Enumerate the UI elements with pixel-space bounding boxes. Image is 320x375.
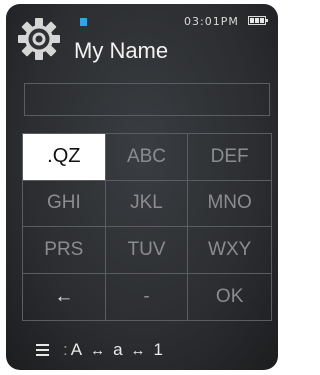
name-input[interactable] [24, 83, 270, 116]
key-tuv[interactable]: TUV [105, 227, 189, 274]
key-def[interactable]: DEF [188, 134, 271, 181]
menu-icon[interactable] [36, 344, 49, 356]
clock-time: 03:01PM [184, 15, 239, 28]
key-prs[interactable]: PRS [23, 227, 106, 274]
mode-switch-icon: ↔ [130, 341, 146, 359]
ok-button[interactable]: OK [188, 274, 271, 321]
status-indicator [80, 18, 87, 26]
gear-icon [18, 18, 60, 60]
mode-colon: : [63, 340, 68, 359]
mode-uppercase: A [70, 340, 83, 359]
device-screen: 03:01PM My Name .QZ ABC DEF GHI JKL MNO … [6, 4, 278, 370]
key-jkl[interactable]: JKL [105, 180, 189, 227]
mode-lowercase: a [113, 340, 123, 359]
battery-icon [248, 16, 268, 25]
key-wxy[interactable]: WXY [188, 227, 271, 274]
key-abc[interactable]: ABC [105, 134, 189, 181]
key-qz[interactable]: .QZ [23, 134, 106, 181]
input-mode-bar: : A ↔ a ↔ 1 [36, 338, 171, 362]
mode-number: 1 [153, 340, 164, 359]
key-mno[interactable]: MNO [188, 181, 271, 227]
key-ghi[interactable]: GHI [23, 180, 106, 227]
key-dash[interactable]: - [106, 273, 189, 320]
mode-switch-icon: ↔ [90, 341, 106, 359]
backspace-arrow-icon[interactable]: ← [23, 273, 106, 320]
page-title: My Name [74, 38, 169, 63]
keypad: .QZ ABC DEF GHI JKL MNO PRS TUV WXY ← - … [22, 133, 272, 321]
